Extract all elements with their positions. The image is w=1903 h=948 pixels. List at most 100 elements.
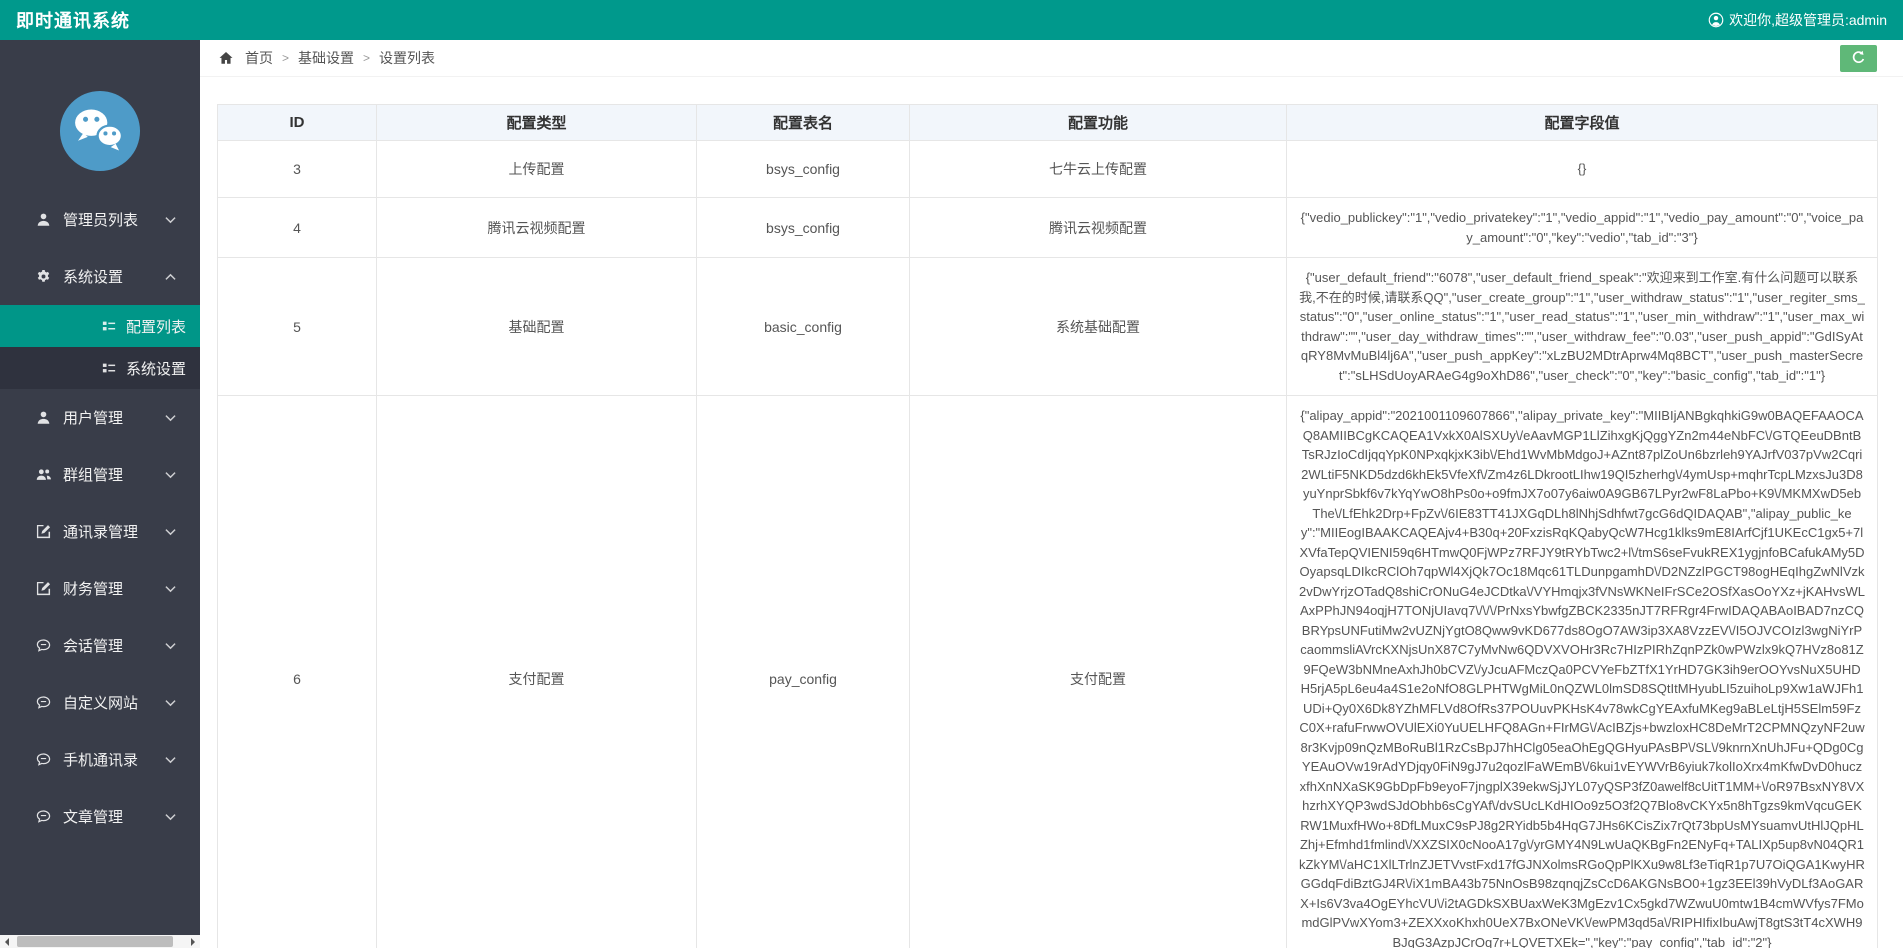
cell-config-function: 系统基础配置 xyxy=(909,257,1287,396)
table-body: 3 上传配置 bsys_config 七牛云上传配置{} 4 腾讯云视频配置 bsys_co… xyxy=(217,140,1878,948)
cell-config-type: 上传配置 xyxy=(376,140,697,198)
sidebar-item-custom-website[interactable]: 自定义网站 xyxy=(0,674,200,731)
cell-id: 5 xyxy=(217,257,377,396)
sidebar-item-label: 系统设置 xyxy=(63,269,124,286)
cell-config-value: {"alipay_appid":"2021001109607866","alip… xyxy=(1286,395,1878,948)
sidebar-item-article-mgmt[interactable]: 文章管理 xyxy=(0,788,200,845)
welcome-user[interactable]: 欢迎你,超级管理员:admin xyxy=(1708,10,1887,30)
cell-id: 4 xyxy=(217,197,377,258)
edit-icon xyxy=(36,581,55,596)
cell-config-function: 七牛云上传配置 xyxy=(909,140,1287,198)
cell-config-function: 腾讯云视频配置 xyxy=(909,197,1287,258)
cell-config-value: {"user_default_friend":"6078","user_defa… xyxy=(1286,257,1878,396)
cell-table-name: bsys_config xyxy=(696,140,910,198)
cell-config-type: 支付配置 xyxy=(376,395,697,948)
table-header-row: ID 配置类型 配置表名 配置功能 配置字段值 xyxy=(217,104,1878,141)
breadcrumb: 首页 > 基础设置 > 设置列表 xyxy=(219,48,435,68)
cell-table-name: basic_config xyxy=(696,257,910,396)
chevron-down-icon xyxy=(165,756,176,764)
breadcrumb-separator: > xyxy=(363,51,371,65)
cell-id: 6 xyxy=(217,395,377,948)
chevron-down-icon xyxy=(165,699,176,707)
sidebar-item-user-mgmt[interactable]: 用户管理 xyxy=(0,389,200,446)
sidebar-item-label: 管理员列表 xyxy=(63,212,139,229)
config-row: 6 支付配置 pay_config 支付配置 {"alipay_appid":"2021… xyxy=(217,395,1878,948)
cell-config-type: 腾讯云视频配置 xyxy=(376,197,697,258)
scrollbar-thumb[interactable] xyxy=(17,936,173,947)
chevron-up-icon xyxy=(165,273,176,281)
refresh-icon xyxy=(1851,50,1866,68)
sidebar: 管理员列表 系统设置 配置列表 系统设置 用户管理 群组管理 通讯录管理 财务管理 会话管理 自定… xyxy=(0,40,200,948)
sidebar-item-label: 文章管理 xyxy=(63,809,124,826)
chevron-down-icon xyxy=(165,471,176,479)
comment-icon xyxy=(36,809,55,824)
submenu-system-settings: 配置列表 系统设置 xyxy=(0,305,200,389)
sidebar-item-admin-list[interactable]: 管理员列表 xyxy=(0,191,200,248)
user-icon xyxy=(36,410,55,425)
cell-id: 3 xyxy=(217,140,377,198)
scrollbar-track[interactable] xyxy=(14,935,186,948)
sidebar-item-finance-mgmt[interactable]: 财务管理 xyxy=(0,560,200,617)
column-header: ID xyxy=(217,104,377,141)
sidebar-subitem-config-list[interactable]: 配置列表 xyxy=(0,305,200,347)
column-header: 配置表名 xyxy=(696,104,910,141)
config-row: 5 基础配置 basic_config 系统基础配置 {"user_default_fr… xyxy=(217,257,1878,396)
edit-icon xyxy=(36,524,55,539)
sidebar-item-label: 通讯录管理 xyxy=(63,524,139,541)
comment-icon xyxy=(36,752,55,767)
sidebar-item-label: 会话管理 xyxy=(63,638,124,655)
config-table: ID 配置类型 配置表名 配置功能 配置字段值 3 上传配置 bsys_config 七牛云上… xyxy=(217,104,1878,948)
welcome-text: 欢迎你,超级管理员:admin xyxy=(1729,12,1887,28)
config-row: 4 腾讯云视频配置 bsys_config 腾讯云视频配置 {"vedio_public… xyxy=(217,197,1878,258)
list-icon xyxy=(102,319,119,333)
sidebar-menu: 管理员列表 系统设置 配置列表 系统设置 用户管理 群组管理 通讯录管理 财务管理 会话管理 自定… xyxy=(0,191,200,845)
chevron-down-icon xyxy=(165,585,176,593)
users-icon xyxy=(36,467,55,482)
breadcrumb-settings-list[interactable]: 设置列表 xyxy=(379,48,435,68)
sidebar-item-label: 财务管理 xyxy=(63,581,124,598)
sidebar-horizontal-scrollbar[interactable] xyxy=(0,935,200,948)
breadcrumb-bar: 首页 > 基础设置 > 设置列表 xyxy=(200,40,1903,77)
cell-config-type: 基础配置 xyxy=(376,257,697,396)
cell-config-function: 支付配置 xyxy=(909,395,1287,948)
app-title: 即时通讯系统 xyxy=(16,11,130,31)
breadcrumb-base-settings[interactable]: 基础设置 xyxy=(298,48,354,68)
column-header: 配置类型 xyxy=(376,104,697,141)
sidebar-item-system-settings[interactable]: 系统设置 xyxy=(0,248,200,305)
cell-config-value: {"vedio_publickey":"1","vedio_privatekey… xyxy=(1286,197,1878,258)
chevron-down-icon xyxy=(165,813,176,821)
cell-table-name: bsys_config xyxy=(696,197,910,258)
app-logo xyxy=(0,90,200,172)
breadcrumb-home[interactable]: 首页 xyxy=(245,48,273,68)
column-header: 配置功能 xyxy=(909,104,1287,141)
cell-table-name: pay_config xyxy=(696,395,910,948)
scrollbar-left-arrow-icon[interactable] xyxy=(0,935,14,948)
comment-icon xyxy=(36,695,55,710)
sidebar-item-group-mgmt[interactable]: 群组管理 xyxy=(0,446,200,503)
cell-config-value: {} xyxy=(1286,140,1878,198)
column-header: 配置字段值 xyxy=(1286,104,1878,141)
sidebar-subitem-label: 配置列表 xyxy=(126,318,187,336)
chevron-down-icon xyxy=(165,216,176,224)
sidebar-item-contacts-mgmt[interactable]: 通讯录管理 xyxy=(0,503,200,560)
config-row: 3 上传配置 bsys_config 七牛云上传配置{} xyxy=(217,140,1878,198)
sidebar-subitem-system-setup[interactable]: 系统设置 xyxy=(0,347,200,389)
top-header: 即时通讯系统 欢迎你,超级管理员:admin xyxy=(0,0,1903,40)
breadcrumb-separator: > xyxy=(282,51,290,65)
sidebar-item-label: 手机通讯录 xyxy=(63,752,139,769)
sidebar-item-label: 群组管理 xyxy=(63,467,124,484)
scrollbar-right-arrow-icon[interactable] xyxy=(186,935,200,948)
user-circle-icon xyxy=(1708,12,1724,28)
wechat-logo-icon xyxy=(59,90,141,172)
user-icon xyxy=(36,212,55,227)
sidebar-item-phone-contacts[interactable]: 手机通讯录 xyxy=(0,731,200,788)
main-content: 首页 > 基础设置 > 设置列表 ID 配置类型 配置表名 配置功能 配置字段值 3 上传… xyxy=(200,0,1903,948)
chevron-down-icon xyxy=(165,642,176,650)
sidebar-subitem-label: 系统设置 xyxy=(126,360,187,378)
sidebar-item-label: 用户管理 xyxy=(63,410,124,427)
sidebar-item-session-mgmt[interactable]: 会话管理 xyxy=(0,617,200,674)
chevron-down-icon xyxy=(165,528,176,536)
comment-icon xyxy=(36,638,55,653)
home-icon xyxy=(219,51,233,65)
refresh-button[interactable] xyxy=(1840,45,1877,72)
